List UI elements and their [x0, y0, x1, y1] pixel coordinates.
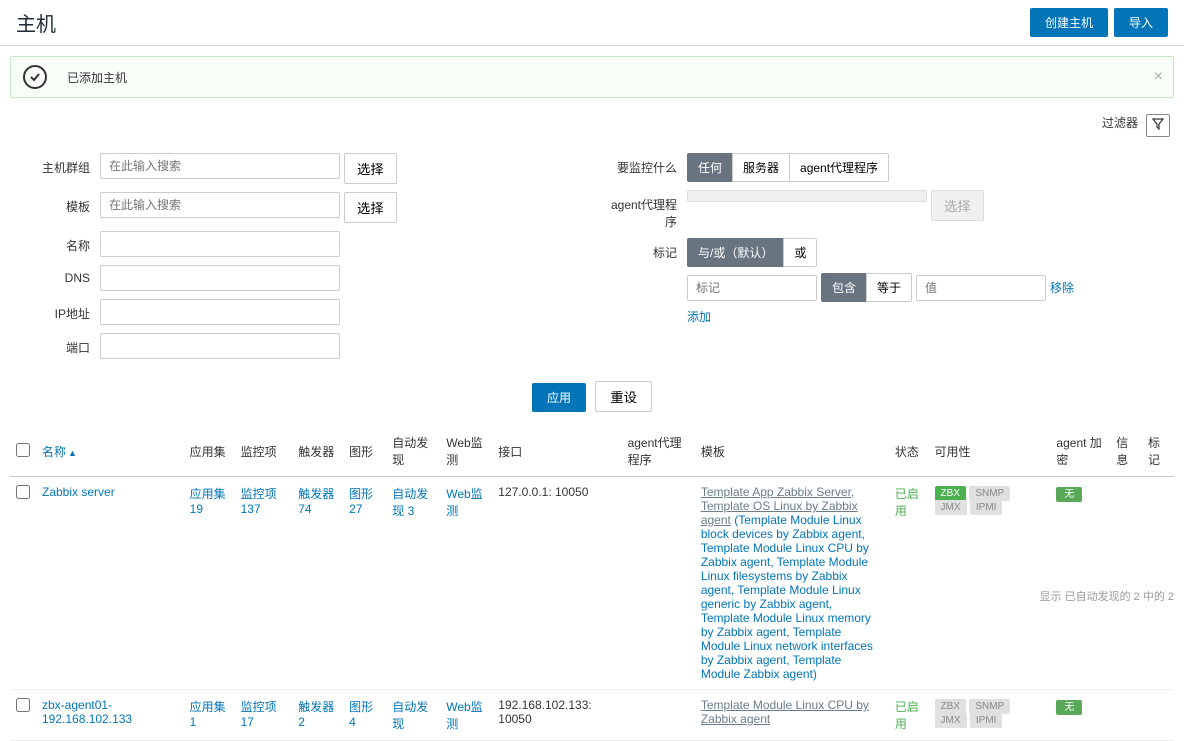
- jmx-badge: JMX: [935, 713, 967, 728]
- status-link[interactable]: 已启用: [895, 487, 919, 518]
- agent-proxy-select-button: 选择: [931, 190, 984, 221]
- col-items: 监控项: [235, 426, 293, 477]
- port-label: 端口: [20, 333, 100, 356]
- snmp-badge: SNMP: [969, 486, 1010, 501]
- port-input[interactable]: [100, 333, 340, 359]
- col-name[interactable]: 名称▲: [36, 426, 184, 477]
- col-discovery: 自动发现: [386, 426, 440, 477]
- success-alert: 已添加主机 ×: [10, 56, 1174, 98]
- ipmi-badge: IPMI: [970, 500, 1003, 515]
- apps-link[interactable]: 应用集 19: [190, 487, 226, 516]
- host-group-input[interactable]: [100, 153, 340, 179]
- alert-message: 已添加主机: [67, 69, 127, 86]
- hosts-table: 名称▲ 应用集 监控项 触发器 图形 自动发现 Web监测 接口 agent代理…: [10, 426, 1174, 741]
- name-input[interactable]: [100, 231, 340, 257]
- col-web: Web监测: [440, 426, 492, 477]
- apply-button[interactable]: 应用: [532, 383, 586, 412]
- encryption-badge: 无: [1056, 487, 1082, 502]
- template-links[interactable]: Template Module Linux CPU by Zabbix agen…: [701, 698, 869, 726]
- col-status: 状态: [889, 426, 929, 477]
- row-checkbox[interactable]: [16, 698, 30, 712]
- snmp-badge: SNMP: [969, 699, 1010, 714]
- check-icon: [23, 65, 47, 89]
- close-icon[interactable]: ×: [1154, 68, 1163, 86]
- monitor-proxy-button[interactable]: agent代理程序: [789, 153, 889, 182]
- row-checkbox[interactable]: [16, 485, 30, 499]
- zbx-badge: ZBX: [935, 486, 966, 501]
- col-template: 模板: [695, 426, 889, 477]
- web-link[interactable]: Web监测: [446, 487, 482, 518]
- ip-label: IP地址: [20, 299, 100, 322]
- tag-value-input[interactable]: [916, 275, 1046, 301]
- ip-input[interactable]: [100, 299, 340, 325]
- triggers-link[interactable]: 触发器 2: [298, 700, 334, 729]
- template-links[interactable]: (Template Module Linux block devices by …: [701, 513, 873, 681]
- tag-andor-button[interactable]: 与/或（默认）: [687, 238, 784, 267]
- template-label: 模板: [20, 192, 100, 215]
- col-triggers: 触发器: [292, 426, 343, 477]
- encryption-badge: 无: [1056, 700, 1082, 715]
- host-name-link[interactable]: Zabbix server: [42, 485, 115, 499]
- col-tags: 标记: [1142, 426, 1174, 477]
- agent-proxy-input: [687, 190, 927, 202]
- host-group-label: 主机群组: [20, 153, 100, 176]
- monitor-what-label: 要监控什么: [607, 153, 687, 176]
- items-link[interactable]: 监控项 17: [241, 700, 277, 729]
- agent-proxy-label: agent代理程序: [607, 190, 687, 230]
- page-title: 主机: [16, 8, 56, 37]
- discovery-link[interactable]: 自动发现 3: [392, 487, 428, 518]
- col-info: 信息: [1110, 426, 1142, 477]
- name-label: 名称: [20, 231, 100, 254]
- discovery-link[interactable]: 自动发现: [392, 700, 428, 731]
- ipmi-badge: IPMI: [970, 713, 1003, 728]
- filter-icon[interactable]: [1146, 114, 1170, 137]
- col-proxy: agent代理程序: [622, 426, 695, 477]
- host-group-select-button[interactable]: 选择: [344, 153, 397, 184]
- reset-button[interactable]: 重设: [595, 381, 652, 412]
- triggers-link[interactable]: 触发器 74: [298, 487, 334, 516]
- zbx-badge: ZBX: [935, 699, 966, 714]
- jmx-badge: JMX: [935, 500, 967, 515]
- footer-status: 显示 已自动发现的 2 中的 2: [1040, 588, 1174, 604]
- tag-or-button[interactable]: 或: [783, 238, 817, 267]
- interface-cell: 192.168.102.133: 10050: [492, 690, 621, 741]
- apps-link[interactable]: 应用集 1: [190, 700, 226, 729]
- col-availability: 可用性: [929, 426, 1051, 477]
- host-name-link[interactable]: zbx-agent01-192.168.102.133: [42, 698, 132, 726]
- template-input[interactable]: [100, 192, 340, 218]
- tag-name-input[interactable]: [687, 275, 817, 301]
- interface-cell: 127.0.0.1: 10050: [492, 477, 621, 690]
- items-link[interactable]: 监控项 137: [241, 487, 277, 516]
- monitor-server-button[interactable]: 服务器: [732, 153, 790, 182]
- monitor-any-button[interactable]: 任何: [687, 153, 733, 182]
- add-tag-link[interactable]: 添加: [687, 308, 711, 325]
- contains-button[interactable]: 包含: [821, 273, 867, 302]
- col-encryption: agent 加密: [1050, 426, 1110, 477]
- table-row: zbx-agent01-192.168.102.133 应用集 1 监控项 17…: [10, 690, 1174, 741]
- filter-label: 过滤器: [1102, 114, 1138, 137]
- tags-label: 标记: [607, 238, 687, 261]
- col-interface: 接口: [492, 426, 621, 477]
- select-all-checkbox[interactable]: [16, 443, 30, 457]
- col-graphs: 图形: [343, 426, 386, 477]
- create-host-button[interactable]: 创建主机: [1030, 8, 1108, 37]
- remove-tag-link[interactable]: 移除: [1050, 279, 1074, 296]
- graphs-link[interactable]: 图形 27: [349, 487, 373, 516]
- import-button[interactable]: 导入: [1114, 8, 1168, 37]
- equals-button[interactable]: 等于: [866, 273, 912, 302]
- table-row: Zabbix server 应用集 19 监控项 137 触发器 74 图形 2…: [10, 477, 1174, 690]
- web-link[interactable]: Web监测: [446, 700, 482, 731]
- col-apps: 应用集: [184, 426, 235, 477]
- status-link[interactable]: 已启用: [895, 700, 919, 731]
- dns-input[interactable]: [100, 265, 340, 291]
- graphs-link[interactable]: 图形 4: [349, 700, 373, 729]
- dns-label: DNS: [20, 265, 100, 285]
- template-select-button[interactable]: 选择: [344, 192, 397, 223]
